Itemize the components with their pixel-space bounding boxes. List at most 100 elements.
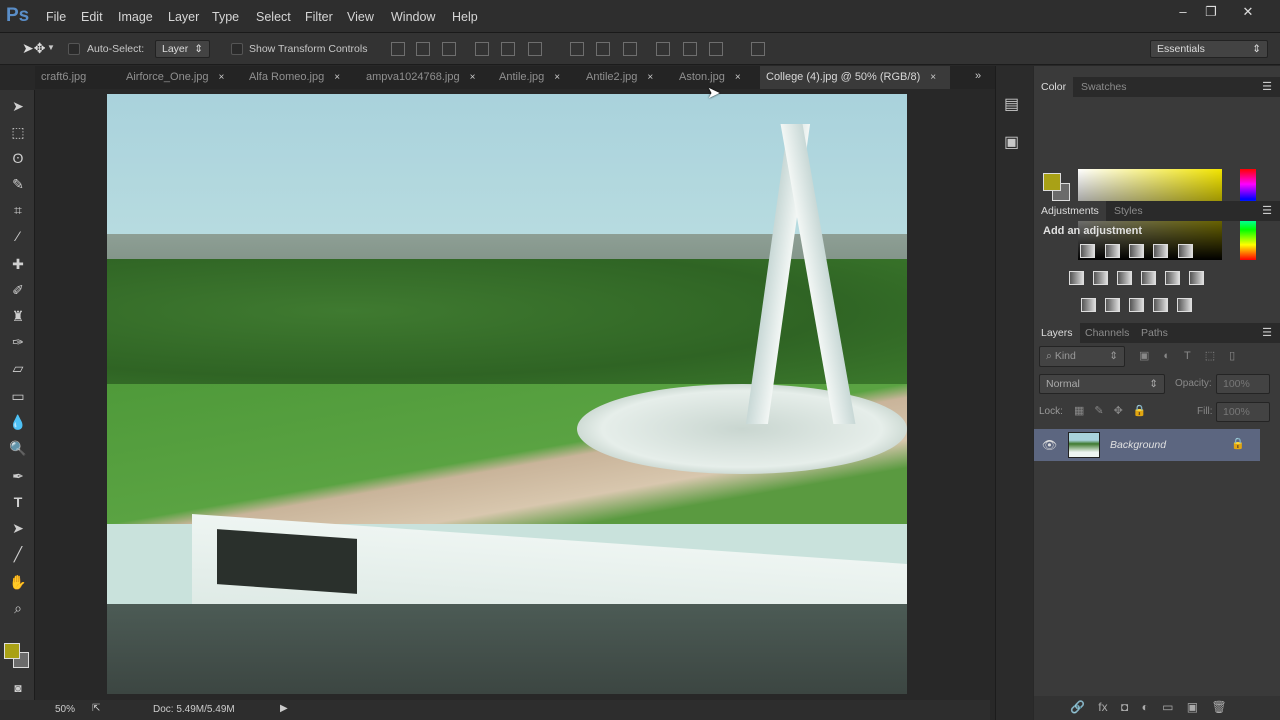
layer-filter-icons[interactable]: ▣◐T⬚▯	[1139, 349, 1249, 362]
menu-type[interactable]: Type	[212, 10, 239, 24]
layer-filter-dropdown[interactable]: ⌕ Kind ⇕	[1039, 346, 1125, 367]
history-panel-icon[interactable]: ▤	[1004, 94, 1019, 114]
vibrance-icon[interactable]	[1178, 244, 1193, 258]
tab-close-icon[interactable]: ×	[647, 72, 653, 83]
tab-styles[interactable]: Styles	[1107, 201, 1150, 221]
blend-mode-dropdown[interactable]: Normal ⇕	[1039, 374, 1165, 394]
tab-paths[interactable]: Paths	[1134, 323, 1175, 343]
history-brush-tool-icon[interactable]: ✑	[8, 332, 28, 352]
align-bottom-icon[interactable]	[442, 42, 456, 56]
show-transform-checkbox[interactable]	[231, 43, 243, 55]
workspace-dropdown[interactable]: Essentials ⇕	[1150, 40, 1268, 58]
layer-row-background[interactable]: 👁 Background 🔒	[1034, 429, 1260, 461]
lasso-tool-icon[interactable]: ʘ	[8, 148, 28, 168]
color-balance-icon[interactable]	[1093, 271, 1108, 285]
tab-document[interactable]: Alfa Romeo.jpg ×	[243, 66, 358, 89]
color-foreground-swatch[interactable]	[1043, 173, 1061, 191]
clone-stamp-tool-icon[interactable]: ♜	[8, 306, 28, 326]
menu-select[interactable]: Select	[256, 10, 291, 24]
panel-menu-icon[interactable]: ☰	[1262, 80, 1272, 93]
tab-color[interactable]: Color	[1034, 77, 1074, 97]
tab-close-icon[interactable]: ×	[470, 72, 476, 83]
more-tabs-icon[interactable]: »	[975, 70, 981, 82]
type-tool-icon[interactable]: T	[8, 492, 28, 512]
export-icon[interactable]: ⇱	[92, 703, 100, 714]
tab-document[interactable]: craft6.jpg	[35, 66, 122, 89]
lock-icons[interactable]: ▦✎✥🔒	[1074, 404, 1157, 417]
tab-close-icon[interactable]: ×	[334, 72, 340, 83]
selective-color-icon[interactable]	[1153, 298, 1168, 312]
hand-tool-icon[interactable]: ✋	[8, 572, 28, 592]
panel-menu-icon[interactable]: ☰	[1262, 326, 1272, 339]
tab-channels[interactable]: Channels	[1078, 323, 1136, 343]
color-lookup-icon[interactable]	[1189, 271, 1204, 285]
tab-layers[interactable]: Layers	[1034, 323, 1080, 343]
fill-field[interactable]: 100%	[1216, 402, 1270, 422]
tab-document[interactable]: ampva1024768.jpg ×	[360, 66, 490, 89]
invert-icon[interactable]	[1081, 298, 1096, 312]
align-hcenter-icon[interactable]	[501, 42, 515, 56]
panel-menu-icon[interactable]: ☰	[1262, 204, 1272, 217]
dodge-tool-icon[interactable]: 🔍	[8, 438, 28, 458]
tab-document-active[interactable]: College (4).jpg @ 50% (RGB/8) ×	[760, 66, 950, 89]
close-button[interactable]: ✕	[1237, 4, 1259, 22]
posterize-icon[interactable]	[1105, 298, 1120, 312]
quick-select-tool-icon[interactable]: ✎	[8, 174, 28, 194]
crop-tool-icon[interactable]: ⌗	[8, 200, 28, 220]
align-top-icon[interactable]	[391, 42, 405, 56]
distribute-right-icon[interactable]	[709, 42, 723, 56]
curves-icon[interactable]	[1129, 244, 1144, 258]
move-tool-icon[interactable]: ➤✥	[22, 40, 45, 57]
align-vcenter-icon[interactable]	[416, 42, 430, 56]
menu-view[interactable]: View	[347, 10, 374, 24]
move-tool-icon[interactable]: ➤	[8, 96, 28, 116]
status-menu-arrow-icon[interactable]: ▶	[280, 703, 288, 714]
align-right-icon[interactable]	[528, 42, 542, 56]
distribute-left-icon[interactable]	[656, 42, 670, 56]
maximize-button[interactable]: ❐	[1200, 4, 1222, 22]
path-select-tool-icon[interactable]: ➤	[8, 518, 28, 538]
tab-close-icon[interactable]: ×	[554, 72, 560, 83]
eyedropper-tool-icon[interactable]: ⁄	[8, 226, 28, 246]
healing-brush-tool-icon[interactable]: ✚	[8, 254, 28, 274]
distribute-vcenter-icon[interactable]	[596, 42, 610, 56]
pen-tool-icon[interactable]: ✒	[8, 466, 28, 486]
auto-align-icon[interactable]	[751, 42, 765, 56]
layer-name[interactable]: Background	[1110, 439, 1166, 451]
tab-document[interactable]: Antile.jpg ×	[493, 66, 576, 89]
black-white-icon[interactable]	[1117, 271, 1132, 285]
menu-edit[interactable]: Edit	[81, 10, 103, 24]
auto-select-checkbox[interactable]	[68, 43, 80, 55]
line-tool-icon[interactable]: ╱	[8, 544, 28, 564]
brush-tool-icon[interactable]: ✐	[8, 280, 28, 300]
tab-close-icon[interactable]: ×	[930, 72, 936, 83]
menu-image[interactable]: Image	[118, 10, 153, 24]
distribute-bottom-icon[interactable]	[623, 42, 637, 56]
gradient-tool-icon[interactable]: ▭	[8, 386, 28, 406]
menu-file[interactable]: File	[46, 10, 66, 24]
distribute-top-icon[interactable]	[570, 42, 584, 56]
align-left-icon[interactable]	[475, 42, 489, 56]
levels-icon[interactable]	[1105, 244, 1120, 258]
tool-preset-chevron-icon[interactable]: ▼	[47, 43, 55, 52]
hue-saturation-icon[interactable]	[1069, 271, 1084, 285]
brightness-contrast-icon[interactable]	[1080, 244, 1095, 258]
tab-adjustments[interactable]: Adjustments	[1034, 201, 1106, 221]
zoom-level[interactable]: 50%	[55, 704, 75, 715]
tab-document[interactable]: Antile2.jpg ×	[580, 66, 666, 89]
menu-layer[interactable]: Layer	[168, 10, 199, 24]
opacity-field[interactable]: 100%	[1216, 374, 1270, 394]
photo-filter-icon[interactable]	[1141, 271, 1156, 285]
visibility-eye-icon[interactable]: 👁	[1042, 438, 1057, 452]
properties-panel-icon[interactable]: ▣	[1004, 132, 1019, 152]
exposure-icon[interactable]	[1153, 244, 1168, 258]
menu-help[interactable]: Help	[452, 10, 478, 24]
blur-tool-icon[interactable]: 💧	[8, 412, 28, 432]
marquee-tool-icon[interactable]: ⬚	[8, 122, 28, 142]
channel-mixer-icon[interactable]	[1165, 271, 1180, 285]
threshold-icon[interactable]	[1129, 298, 1144, 312]
minimize-button[interactable]: –	[1172, 4, 1194, 22]
tab-document[interactable]: Airforce_One.jpg ×	[120, 66, 240, 89]
eraser-tool-icon[interactable]: ▱	[8, 358, 28, 378]
distribute-hcenter-icon[interactable]	[683, 42, 697, 56]
